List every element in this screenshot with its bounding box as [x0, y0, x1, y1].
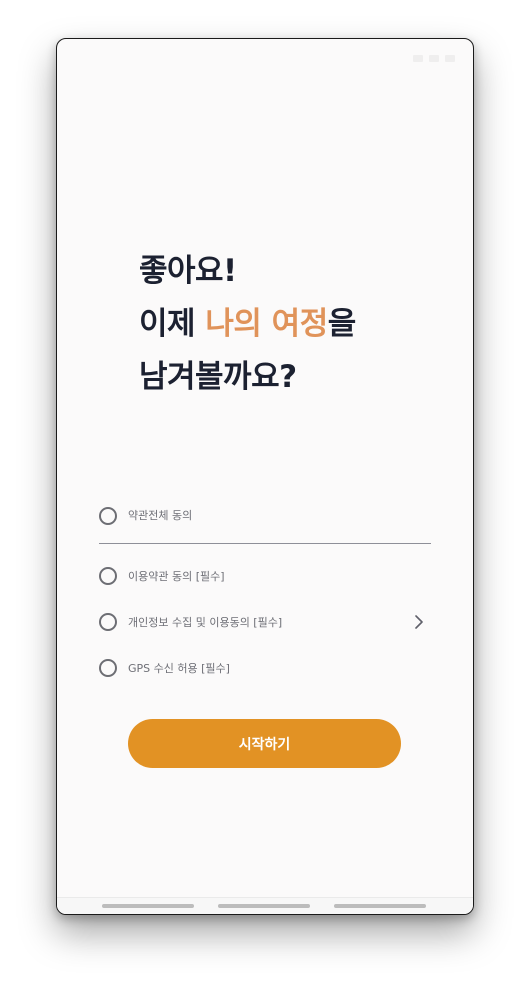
- nav-recent-pill[interactable]: [334, 904, 426, 908]
- radio-unchecked-icon[interactable]: [99, 507, 117, 525]
- nav-back-pill[interactable]: [102, 904, 194, 908]
- agree-all-label: 약관전체 동의: [128, 509, 193, 522]
- terms-agreement-list: 약관전체 동의 이용약관 동의 [필수] 개인정보 수집 및 이용동의 [필수]…: [99, 507, 431, 691]
- term-label: 개인정보 수집 및 이용동의 [필수]: [128, 616, 283, 629]
- start-button[interactable]: 시작하기: [128, 719, 401, 768]
- term-label: GPS 수신 허용 [필수]: [128, 662, 230, 675]
- signal-icon: [413, 55, 423, 62]
- phone-screen: 좋아요! 이제 나의 여정을 남겨볼까요? 약관전체 동의 이용약관 동의 [필…: [56, 38, 474, 915]
- divider: [99, 543, 431, 544]
- term-label: 이용약관 동의 [필수]: [128, 570, 225, 583]
- headline-line-2-before: 이제: [139, 306, 206, 342]
- headline-line-3: 남겨볼까요?: [139, 359, 297, 395]
- status-icons: [413, 55, 455, 62]
- chevron-right-icon[interactable]: [413, 615, 425, 629]
- battery-icon: [445, 55, 455, 62]
- headline-line-2: 이제 나의 여정을: [139, 298, 356, 351]
- term-item-gps[interactable]: GPS 수신 허용 [필수]: [99, 645, 431, 691]
- wifi-icon: [429, 55, 439, 62]
- status-bar: [57, 39, 473, 79]
- page-title: 좋아요! 이제 나의 여정을 남겨볼까요?: [139, 245, 356, 404]
- headline-line-2-after: 을: [327, 306, 357, 342]
- term-item-privacy[interactable]: 개인정보 수집 및 이용동의 [필수]: [99, 599, 431, 645]
- headline-line-1: 좋아요!: [139, 253, 237, 289]
- headline-accent: 나의 여정: [205, 306, 328, 342]
- agree-all-row[interactable]: 약관전체 동의: [99, 507, 431, 543]
- navigation-bar: [57, 897, 473, 914]
- radio-unchecked-icon[interactable]: [99, 567, 117, 585]
- nav-home-pill[interactable]: [218, 904, 310, 908]
- radio-unchecked-icon[interactable]: [99, 613, 117, 631]
- radio-unchecked-icon[interactable]: [99, 659, 117, 677]
- term-item-terms-of-use[interactable]: 이용약관 동의 [필수]: [99, 553, 431, 599]
